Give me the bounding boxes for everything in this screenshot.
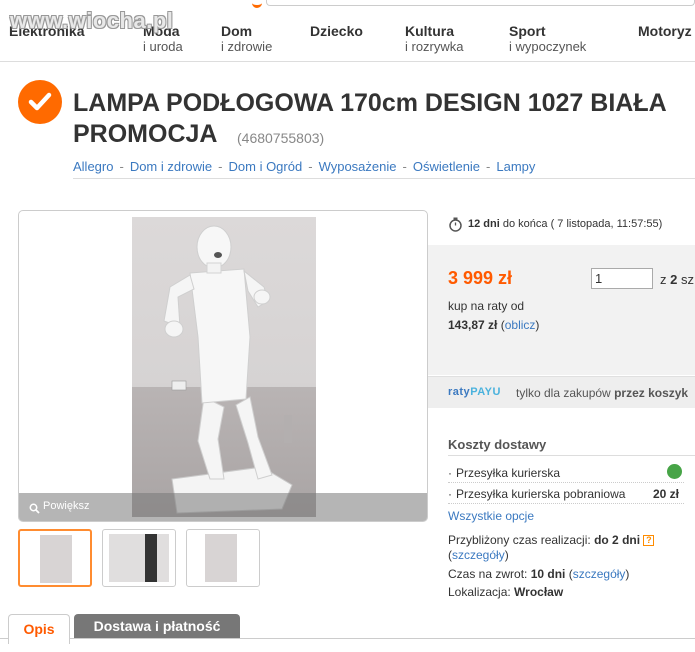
quantity-input[interactable]: 1 [591,268,653,289]
nav-item-sublabel: i zdrowie [221,39,273,54]
zoom-label: Powiększ [43,500,90,512]
thumbnail-3[interactable] [186,529,260,587]
category-nav: Elektronika Moda i uroda Dom i zdrowie D… [0,0,695,62]
nav-item-sublabel: i rozrywka [405,39,464,54]
installments-label: kup na raty od [448,299,525,313]
item-id: (4680755803) [237,130,325,146]
product-gallery[interactable]: Powiększ [18,210,428,522]
payu-text-main: tylko dla zakupów [516,386,611,400]
tabs-divider [0,638,695,639]
return-time: Czas na zwrot: 10 dni (szczegóły) [448,567,630,581]
tab-dostawa[interactable]: Dostawa i płatność [74,614,240,638]
breadcrumb-item[interactable]: Allegro [73,159,113,174]
nav-item-kultura[interactable]: Kultura i rozrywka [405,23,464,55]
thumbnail-image [109,534,169,582]
location: Lokalizacja: Wrocław [448,585,563,599]
timer-suffix: do końca [502,218,548,230]
calculate-link[interactable]: oblicz [505,318,536,332]
payu-logo-part2: PAYU [470,386,501,398]
divider [448,503,684,504]
installments-amount: 143,87 zł (oblicz) [448,318,540,332]
nav-item-label: Dziecko [310,23,363,39]
help-icon[interactable]: ? [643,535,655,546]
shipping-option: · Przesyłka kurierska pobraniowa [448,487,626,501]
product-title: LAMPA PODŁOGOWA 170cm DESIGN 1027 BIAŁA [73,89,667,117]
breadcrumb-item[interactable]: Oświetlenie [413,159,480,174]
payu-text-bold: przez koszyk [614,386,689,400]
all-shipping-options-link[interactable]: Wszystkie opcje [448,509,534,523]
payu-text: tylko dla zakupów przez koszyk [516,386,688,400]
product-title-line2: PROMOCJA [73,120,218,148]
qty-prefix: z [660,272,667,287]
return-value: 10 dni [530,567,566,581]
divider [448,482,684,483]
payu-logo: ratyPAYU [448,386,501,398]
realization-details: (szczegóły) [448,548,509,562]
timer-days: 12 dni [468,218,500,230]
breadcrumb-item[interactable]: Lampy [496,159,535,174]
realization-label: Przybliżony czas realizacji: [448,533,591,547]
quantity-available: z 2 sz [660,272,694,287]
nav-item-label: Motoryz [638,23,692,39]
breadcrumb-item[interactable]: Dom i Ogród [229,159,303,174]
nav-item-sublabel: i uroda [143,39,183,54]
divider [448,455,695,456]
thumbnail-2[interactable] [102,529,176,587]
divider [73,178,695,179]
logo-fragment [252,0,262,8]
nav-item-dom[interactable]: Dom i zdrowie [221,23,273,55]
nav-item-label: Dom [221,23,253,39]
details-link[interactable]: szczegóły [573,567,626,581]
shipping-option-name: Przesyłka kurierska pobraniowa [456,487,626,501]
auction-timer: 12 dni do końca ( 7 listopada, 11:57:55) [448,217,663,232]
nav-item-sublabel: i wypoczynek [509,39,587,54]
tab-opis[interactable]: Opis [8,614,70,644]
nav-item-motoryzacja[interactable]: Motoryz [638,24,692,39]
nav-item-sport[interactable]: Sport i wypoczynek [509,23,587,55]
stopwatch-icon [448,217,463,235]
magnifier-icon [29,501,40,519]
thumbnail-image [40,535,72,583]
location-label: Lokalizacja: [448,585,511,599]
nav-item-label: Sport [509,23,546,39]
shipping-option-price: 20 zł [653,487,680,501]
breadcrumb-item[interactable]: Dom i zdrowie [130,159,212,174]
timer-end: ( 7 listopada, 11:57:55) [550,218,663,230]
installment-value: 143,87 zł [448,318,498,332]
search-bar-edge[interactable] [266,0,695,6]
product-photo[interactable] [132,217,316,517]
details-link[interactable]: szczegóły [452,548,505,562]
nav-item-dziecko[interactable]: Dziecko [310,24,363,39]
return-label: Czas na zwrot: [448,567,528,581]
price: 3 999 zł [448,268,513,288]
location-value: Wrocław [514,585,564,599]
breadcrumb-item[interactable]: Wyposażenie [319,159,397,174]
free-shipping-icon [667,464,682,479]
realization-time: Przybliżony czas realizacji: do 2 dni ? [448,533,655,547]
breadcrumb: Allegro - Dom i zdrowie - Dom i Ogród - Wyposa… [73,159,536,174]
checkmark-icon [18,80,62,124]
thumbnail-1[interactable] [18,529,92,587]
realization-value: do 2 dni [594,533,641,547]
nav-item-label: Kultura [405,23,454,39]
shipping-option: · Przesyłka kurierska [448,466,561,480]
payu-logo-part1: raty [448,386,471,398]
zoom-bar[interactable]: Powiększ [19,493,427,521]
qty-suffix: sz [680,272,694,287]
shipping-option-name: Przesyłka kurierska [456,466,561,480]
qty-value: 2 [670,272,678,287]
shipping-heading: Koszty dostawy [448,437,547,452]
thumbnail-image [205,534,237,582]
watermark: www.wiocha.pl [10,8,174,33]
allegro-listing-page: Elektronika Moda i uroda Dom i zdrowie D… [0,0,695,652]
